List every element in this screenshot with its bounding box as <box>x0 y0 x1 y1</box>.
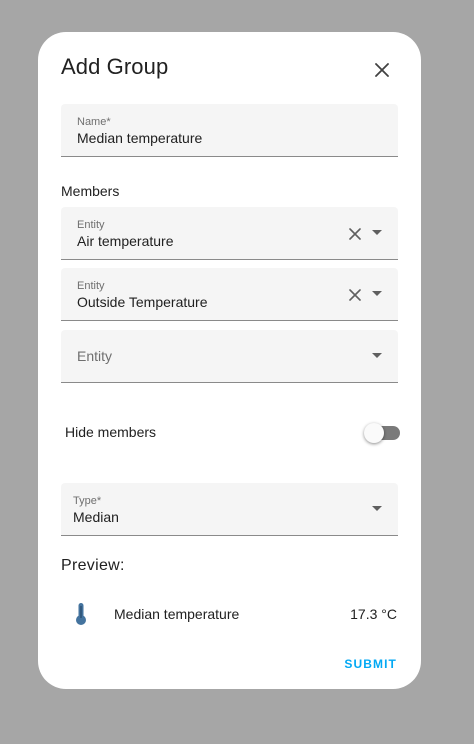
preview-title: Preview: <box>61 557 125 574</box>
thermometer-icon <box>76 603 86 625</box>
clear-icon[interactable] <box>348 227 362 241</box>
entity-picker-1[interactable]: Entity Air temperature <box>61 207 398 260</box>
type-select[interactable]: Type* Median <box>61 483 398 536</box>
members-label: Members <box>61 183 120 199</box>
toggle-thumb <box>364 423 384 443</box>
submit-button[interactable]: SUBMIT <box>344 657 397 671</box>
entity-label: Entity <box>77 280 105 292</box>
chevron-down-icon[interactable] <box>372 291 382 296</box>
clear-icon[interactable] <box>348 288 362 302</box>
name-field[interactable]: Name* Median temperature <box>61 104 398 157</box>
close-button[interactable] <box>370 58 394 82</box>
preview-entity-state: 17.3 °C <box>350 606 397 622</box>
preview-entity-name: Median temperature <box>114 606 240 622</box>
chevron-down-icon[interactable] <box>372 353 382 358</box>
dialog-title: Add Group <box>61 54 169 79</box>
type-field-label: Type* <box>73 495 102 507</box>
name-field-value: Median temperature <box>77 130 203 146</box>
name-field-label: Name* <box>77 116 111 128</box>
entity-picker-3[interactable]: Entity <box>61 330 398 383</box>
entity-label: Entity <box>77 219 105 231</box>
entity-picker-2[interactable]: Entity Outside Temperature <box>61 268 398 321</box>
entity-value: Outside Temperature <box>77 294 208 310</box>
entity-value: Air temperature <box>77 233 174 249</box>
chevron-down-icon[interactable] <box>372 506 382 511</box>
chevron-down-icon[interactable] <box>372 230 382 235</box>
hide-members-toggle[interactable] <box>364 423 400 443</box>
entity-label: Entity <box>77 348 113 364</box>
type-field-value: Median <box>73 509 119 525</box>
add-group-dialog: Add Group Name* Median temperature Membe… <box>38 32 421 689</box>
close-icon <box>375 63 389 77</box>
hide-members-label: Hide members <box>65 424 157 440</box>
